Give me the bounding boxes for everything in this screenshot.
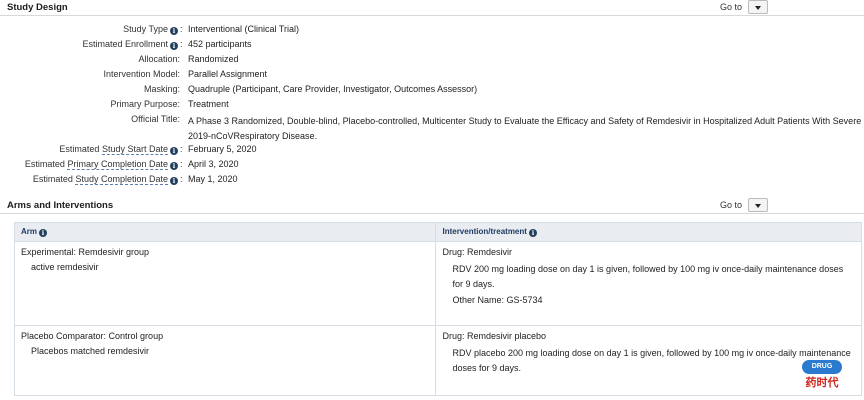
value-allocation: Randomized bbox=[188, 54, 239, 64]
goto-dropdown-button[interactable] bbox=[748, 0, 768, 14]
arm-description: active remdesivir bbox=[31, 262, 99, 272]
value-study-type: Interventional (Clinical Trial) bbox=[188, 24, 300, 34]
row-primary-completion-date: Estimated Primary Completion Date i : Apr… bbox=[24, 159, 239, 170]
arm-title: Experimental: Remdesivir group bbox=[21, 247, 150, 257]
intervention-description: RDV placebo 200 mg loading dose on day 1… bbox=[452, 348, 851, 373]
logo-chinese-text: 药时代 bbox=[805, 376, 839, 389]
label-official-title: Official Title: bbox=[131, 114, 180, 124]
row-masking: Masking: Quadruple (Participant, Care Pr… bbox=[0, 84, 864, 99]
label-study-start-date: Estimated Study Start Date i bbox=[59, 144, 178, 155]
row-intervention-model: Intervention Model: Parallel Assignment bbox=[0, 69, 864, 84]
row-study-type: Study Type i : Interventional (Clinical T… bbox=[123, 24, 300, 35]
label-primary-purpose: Primary Purpose: bbox=[110, 99, 180, 109]
value-intervention-model: Parallel Assignment bbox=[188, 69, 268, 79]
arm-description: Placebos matched remdesivir bbox=[31, 346, 150, 356]
intervention-cell: Drug: Remdesivir RDV 200 mg loading dose… bbox=[435, 241, 862, 326]
intervention-title: Drug: Remdesivir placebo bbox=[442, 331, 547, 341]
intervention-description: RDV 200 mg loading dose on day 1 is give… bbox=[452, 264, 844, 289]
row-official-title: Official Title: A Phase 3 Randomized, Do… bbox=[0, 114, 864, 144]
table-row: Experimental: Remdesivir group active re… bbox=[13, 241, 862, 326]
label-study-type: Study Type i bbox=[123, 24, 178, 35]
goto-label: Go to bbox=[719, 200, 742, 210]
arms-table: Arm i Intervention/treatment i Experimenta… bbox=[13, 222, 862, 396]
label-allocation: Allocation: bbox=[138, 54, 180, 64]
intervention-title: Drug: Remdesivir bbox=[442, 247, 512, 257]
intervention-other-name: Other Name: GS-5734 bbox=[452, 295, 543, 305]
chevron-down-icon bbox=[755, 6, 761, 10]
label-primary-completion-date: Estimated Primary Completion Date i bbox=[25, 159, 178, 170]
info-icon[interactable]: i bbox=[170, 27, 178, 35]
study-design-header: Study Design Go to bbox=[0, 0, 864, 16]
value-masking: Quadruple (Participant, Care Provider, I… bbox=[188, 84, 478, 94]
info-icon[interactable]: i bbox=[170, 147, 178, 155]
study-design-title: Study Design bbox=[7, 2, 68, 13]
value-primary-completion-date: April 3, 2020 bbox=[188, 159, 239, 169]
label-intervention-model: Intervention Model: bbox=[103, 69, 180, 79]
value-primary-purpose: Treatment bbox=[188, 99, 229, 109]
logo-badge: DRUG TIMES bbox=[802, 360, 842, 384]
label-masking: Masking: bbox=[143, 84, 180, 94]
arm-cell: Placebo Comparator: Control group Placeb… bbox=[13, 325, 437, 396]
study-start-date-link[interactable]: Study Start Date bbox=[101, 144, 168, 155]
value-enrollment: 452 participants bbox=[188, 39, 252, 49]
goto-label: Go to bbox=[719, 2, 742, 12]
info-icon[interactable]: i bbox=[170, 42, 178, 50]
label-enrollment: Estimated Enrollment i bbox=[82, 39, 178, 50]
arms-header: Arms and Interventions Go to bbox=[0, 198, 864, 214]
drugtimes-logo: DRUG TIMES 药时代 bbox=[800, 360, 844, 392]
table-row: Placebo Comparator: Control group Placeb… bbox=[13, 325, 862, 396]
info-icon[interactable]: i bbox=[170, 177, 178, 185]
row-primary-purpose: Primary Purpose: Treatment bbox=[0, 99, 864, 114]
label-study-completion-date: Estimated Study Completion Date i bbox=[33, 174, 178, 185]
goto-dropdown-button[interactable] bbox=[748, 198, 768, 212]
info-icon[interactable]: i bbox=[39, 229, 48, 237]
row-enrollment: Estimated Enrollment i : 452 participants bbox=[82, 39, 252, 50]
row-study-start-date: Estimated Study Start Date i : February 5… bbox=[59, 144, 257, 155]
value-study-completion-date: May 1, 2020 bbox=[188, 174, 238, 184]
arm-title: Placebo Comparator: Control group bbox=[21, 331, 164, 341]
arms-title: Arms and Interventions bbox=[7, 200, 114, 211]
arm-cell: Experimental: Remdesivir group active re… bbox=[13, 241, 437, 326]
row-allocation: Allocation: Randomized bbox=[0, 54, 864, 69]
study-completion-date-link[interactable]: Study Completion Date bbox=[75, 174, 168, 185]
intervention-cell: Drug: Remdesivir placebo RDV placebo 200… bbox=[435, 325, 862, 396]
value-official-title: A Phase 3 Randomized, Double-blind, Plac… bbox=[188, 116, 862, 141]
chevron-down-icon bbox=[755, 204, 761, 208]
info-icon[interactable]: i bbox=[528, 229, 537, 237]
row-study-completion-date: Estimated Study Completion Date i : May 1… bbox=[32, 174, 238, 185]
primary-completion-date-link[interactable]: Primary Completion Date bbox=[67, 159, 168, 170]
info-icon[interactable]: i bbox=[170, 162, 178, 170]
value-study-start-date: February 5, 2020 bbox=[188, 144, 257, 154]
column-header-arm: Arm i bbox=[13, 222, 437, 242]
table-header-row: Arm i Intervention/treatment i bbox=[13, 222, 862, 242]
column-header-intervention: Intervention/treatment i bbox=[435, 222, 862, 242]
